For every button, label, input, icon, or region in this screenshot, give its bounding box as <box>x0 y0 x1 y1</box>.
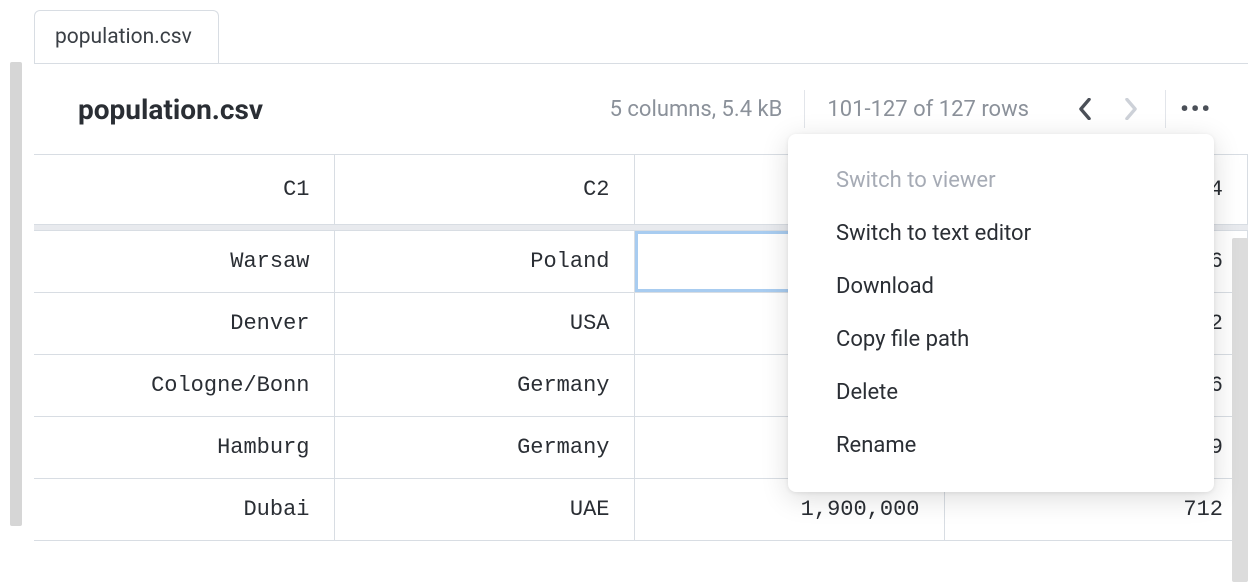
cell[interactable]: USA <box>334 293 634 355</box>
cell[interactable]: Germany <box>334 355 634 417</box>
menu-rename[interactable]: Rename <box>788 419 1214 472</box>
prev-page-button[interactable] <box>1069 93 1101 125</box>
menu-copy-file-path[interactable]: Copy file path <box>788 313 1214 366</box>
cell[interactable]: Dubai <box>34 479 334 541</box>
chevron-right-icon <box>1124 98 1138 120</box>
cell[interactable]: Cologne/Bonn <box>34 355 334 417</box>
menu-delete[interactable]: Delete <box>788 366 1214 419</box>
menu-download[interactable]: Download <box>788 260 1214 313</box>
cell[interactable]: Poland <box>334 231 634 293</box>
tab-label: population.csv <box>55 25 192 49</box>
chevron-left-icon <box>1078 98 1092 120</box>
file-meta: 5 columns, 5.4 kB <box>588 97 805 122</box>
cell[interactable]: Hamburg <box>34 417 334 479</box>
cell[interactable]: Germany <box>334 417 634 479</box>
vertical-scrollbar[interactable] <box>1232 238 1248 582</box>
column-header[interactable]: C1 <box>34 155 334 225</box>
column-header[interactable]: C2 <box>334 155 634 225</box>
cell[interactable]: UAE <box>334 479 634 541</box>
file-title: population.csv <box>78 93 263 126</box>
left-scroll-indicator <box>10 62 22 526</box>
next-page-button <box>1115 93 1147 125</box>
more-icon: ••• <box>1180 95 1212 123</box>
divider <box>1165 90 1166 128</box>
more-menu-button[interactable]: ••• <box>1174 91 1218 127</box>
menu-switch-text-editor[interactable]: Switch to text editor <box>788 207 1214 260</box>
cell[interactable]: Warsaw <box>34 231 334 293</box>
row-range: 101-127 of 127 rows <box>805 97 1051 122</box>
cell[interactable]: Denver <box>34 293 334 355</box>
pager <box>1051 93 1165 125</box>
tab-population-csv[interactable]: population.csv <box>34 10 219 63</box>
more-context-menu: Switch to viewer Switch to text editor D… <box>788 134 1214 492</box>
tab-bar: population.csv <box>0 0 1248 63</box>
menu-switch-viewer: Switch to viewer <box>788 154 1214 207</box>
